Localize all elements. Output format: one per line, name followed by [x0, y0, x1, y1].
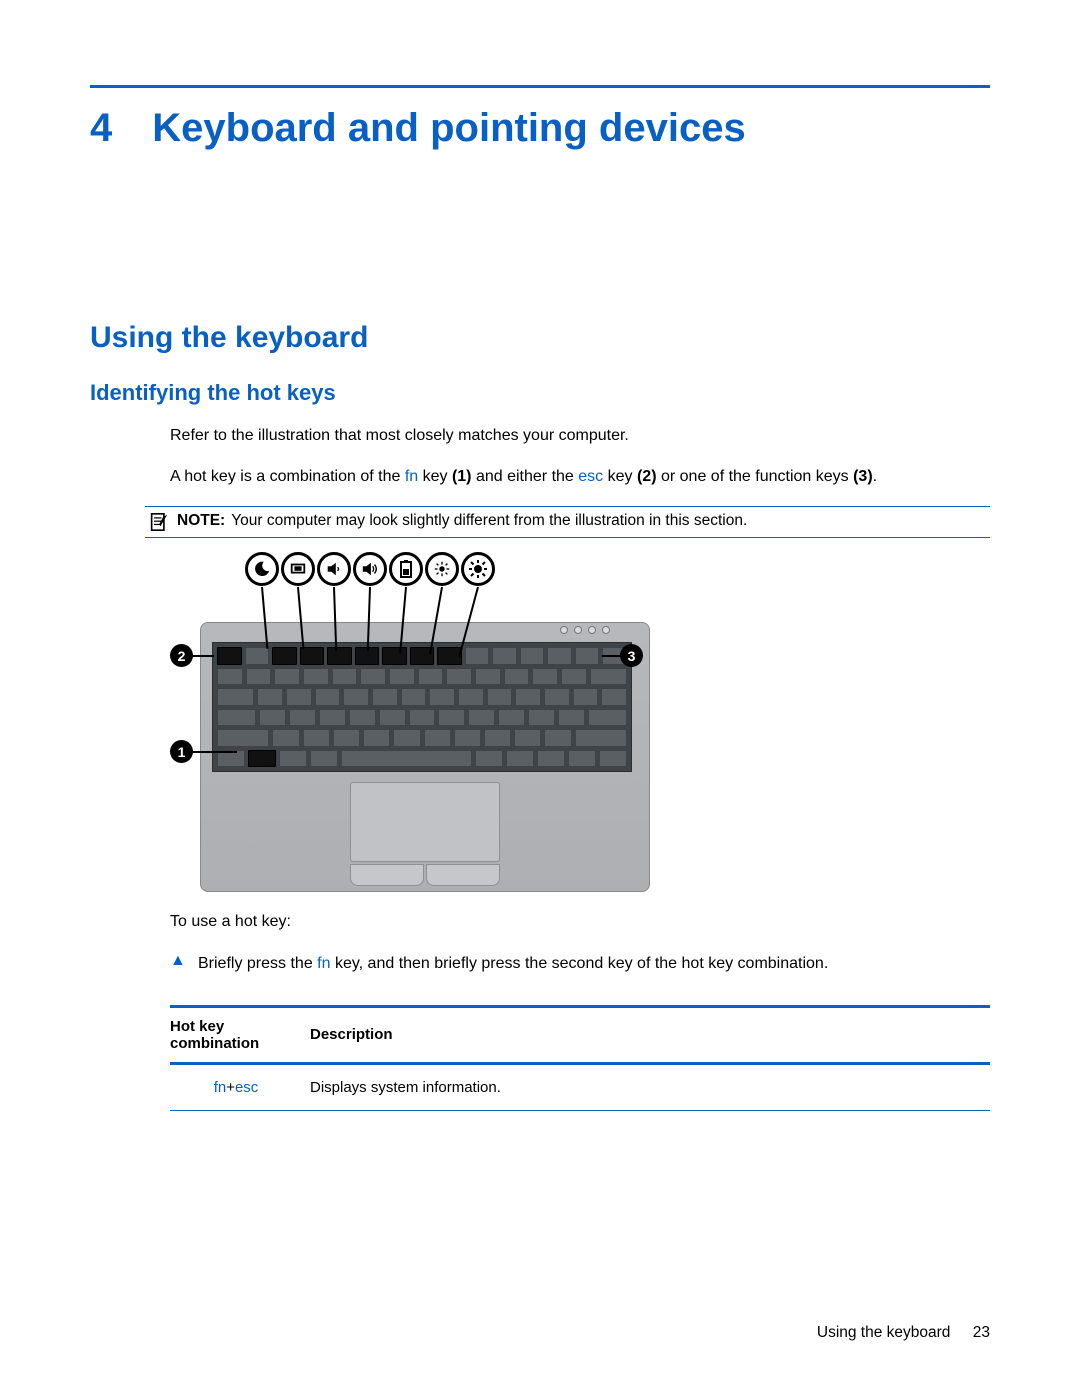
hotkey-icon-row — [245, 552, 495, 586]
p2-end: . — [873, 468, 877, 485]
callout-ref-1: (1) — [452, 468, 472, 485]
fn-key-text: fn — [214, 1079, 227, 1096]
procedure-intro: To use a hot key: — [170, 910, 990, 933]
top-rule — [90, 85, 990, 88]
callout-1: 1 — [170, 740, 193, 763]
display-toggle-icon — [281, 552, 315, 586]
p2-m2: and either the — [472, 468, 579, 485]
subsection-title: Identifying the hot keys — [90, 380, 990, 406]
fn-key-text: fn — [405, 468, 418, 485]
p2-pre: A hot key is a combination of the — [170, 468, 405, 485]
hotkey-combo-cell: fn+esc — [170, 1063, 310, 1110]
chapter-number: 4 — [90, 106, 112, 151]
trackpad — [350, 782, 500, 862]
note-text: Your computer may look slightly differen… — [231, 512, 747, 529]
volume-down-icon — [317, 552, 351, 586]
table-header-description: Description — [310, 1006, 990, 1063]
status-lights — [560, 626, 610, 634]
leader-line — [192, 751, 237, 753]
keyboard-graphic — [212, 642, 632, 772]
leader-line — [192, 655, 214, 657]
proc-post: key, and then briefly press the second k… — [331, 955, 829, 972]
procedure-step: ▲ Briefly press the fn key, and then bri… — [90, 952, 990, 975]
fn-key-text: fn — [317, 955, 330, 972]
note-content: NOTE: Your computer may look slightly dif… — [177, 512, 747, 530]
chapter-title: Keyboard and pointing devices — [152, 106, 745, 151]
note-icon — [149, 513, 169, 531]
volume-up-icon — [353, 552, 387, 586]
callout-ref-2: (2) — [637, 468, 657, 485]
proc-pre: Briefly press the — [198, 955, 317, 972]
hotkey-table: Hot key combination Description fn+esc D… — [170, 1005, 990, 1111]
chapter-heading: 4 Keyboard and pointing devices — [90, 106, 990, 151]
intro-paragraph-2: A hot key is a combination of the fn key… — [170, 465, 990, 488]
table-header-combination: Hot key combination — [170, 1006, 310, 1063]
moon-icon — [245, 552, 279, 586]
hotkey-desc-cell: Displays system information. — [310, 1063, 990, 1110]
th-l1: Hot key — [170, 1018, 224, 1035]
procedure-text: Briefly press the fn key, and then brief… — [198, 952, 828, 975]
p2-m1: key — [418, 468, 452, 485]
brightness-down-icon — [425, 552, 459, 586]
esc-key-text: esc — [235, 1079, 258, 1096]
section-title: Using the keyboard — [90, 321, 990, 355]
trackpad-buttons — [350, 864, 500, 886]
intro-paragraph-1: Refer to the illustration that most clos… — [170, 424, 990, 447]
note-block: NOTE: Your computer may look slightly dif… — [145, 506, 990, 538]
p2-m4: or one of the function keys — [657, 468, 854, 485]
battery-icon — [389, 552, 423, 586]
footer-section: Using the keyboard — [817, 1324, 951, 1341]
callout-ref-3: (3) — [853, 468, 873, 485]
page-footer: Using the keyboard 23 — [817, 1324, 990, 1342]
plus-text: + — [226, 1079, 235, 1096]
keyboard-illustration: 1 2 3 — [170, 552, 990, 892]
table-row: fn+esc Displays system information. — [170, 1063, 990, 1110]
triangle-bullet-icon: ▲ — [170, 952, 188, 970]
leader-line — [602, 655, 622, 657]
footer-page-number: 23 — [973, 1324, 990, 1341]
note-label: NOTE: — [177, 512, 225, 529]
callout-2: 2 — [170, 644, 193, 667]
esc-key-text: esc — [578, 468, 603, 485]
brightness-up-icon — [461, 552, 495, 586]
p2-m3: key — [603, 468, 637, 485]
th-l2: combination — [170, 1035, 259, 1052]
